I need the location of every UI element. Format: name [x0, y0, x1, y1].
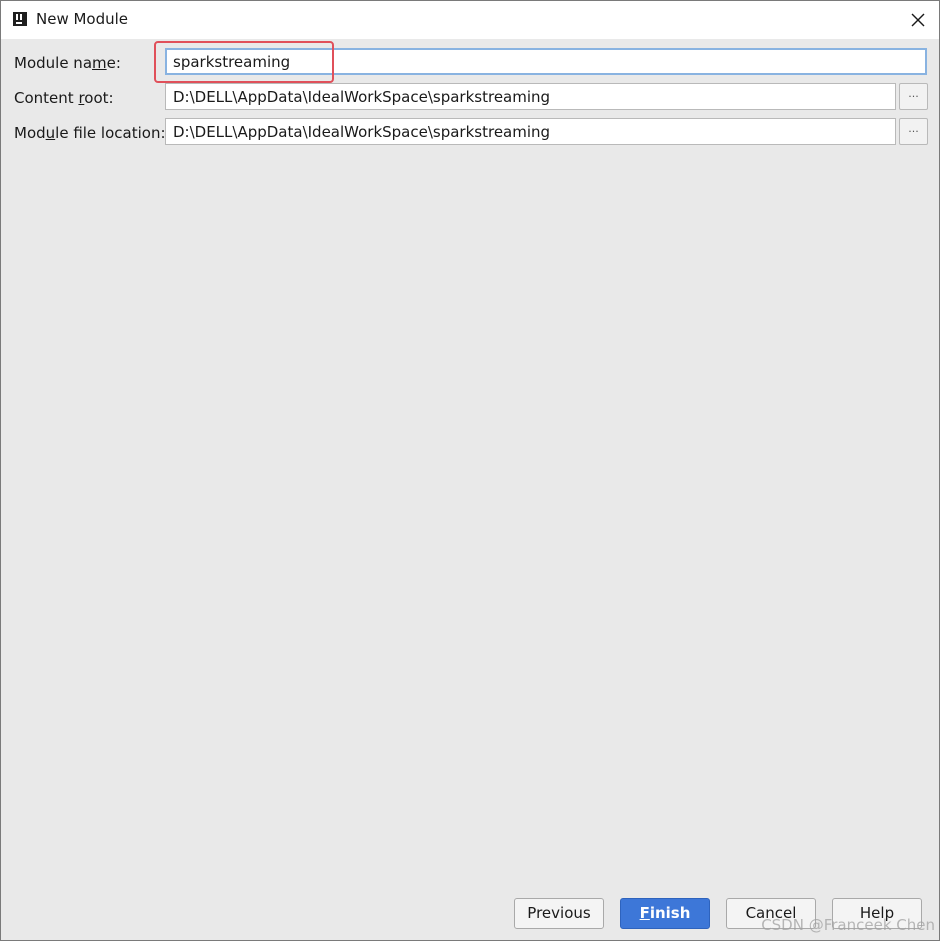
close-icon	[911, 13, 925, 27]
previous-button[interactable]: Previous	[514, 898, 604, 929]
cancel-button[interactable]: Cancel	[726, 898, 816, 929]
help-button[interactable]: Help	[832, 898, 922, 929]
module-file-location-input[interactable]	[165, 118, 896, 145]
module-name-label: Module name:	[14, 54, 121, 72]
dialog-title: New Module	[36, 10, 129, 28]
new-module-dialog: New Module Module name: Content root: ..…	[0, 0, 940, 941]
content-root-input[interactable]	[165, 83, 896, 110]
finish-button[interactable]: Finish	[620, 898, 710, 929]
content-root-label: Content root:	[14, 89, 114, 107]
title-bar: New Module	[1, 1, 939, 39]
close-button[interactable]	[903, 5, 933, 35]
content-root-browse-button[interactable]: ...	[899, 83, 928, 110]
intellij-idea-icon	[13, 12, 27, 26]
module-name-input[interactable]	[165, 48, 927, 75]
module-file-location-label: Module file location:	[14, 124, 166, 142]
module-file-location-browse-button[interactable]: ...	[899, 118, 928, 145]
